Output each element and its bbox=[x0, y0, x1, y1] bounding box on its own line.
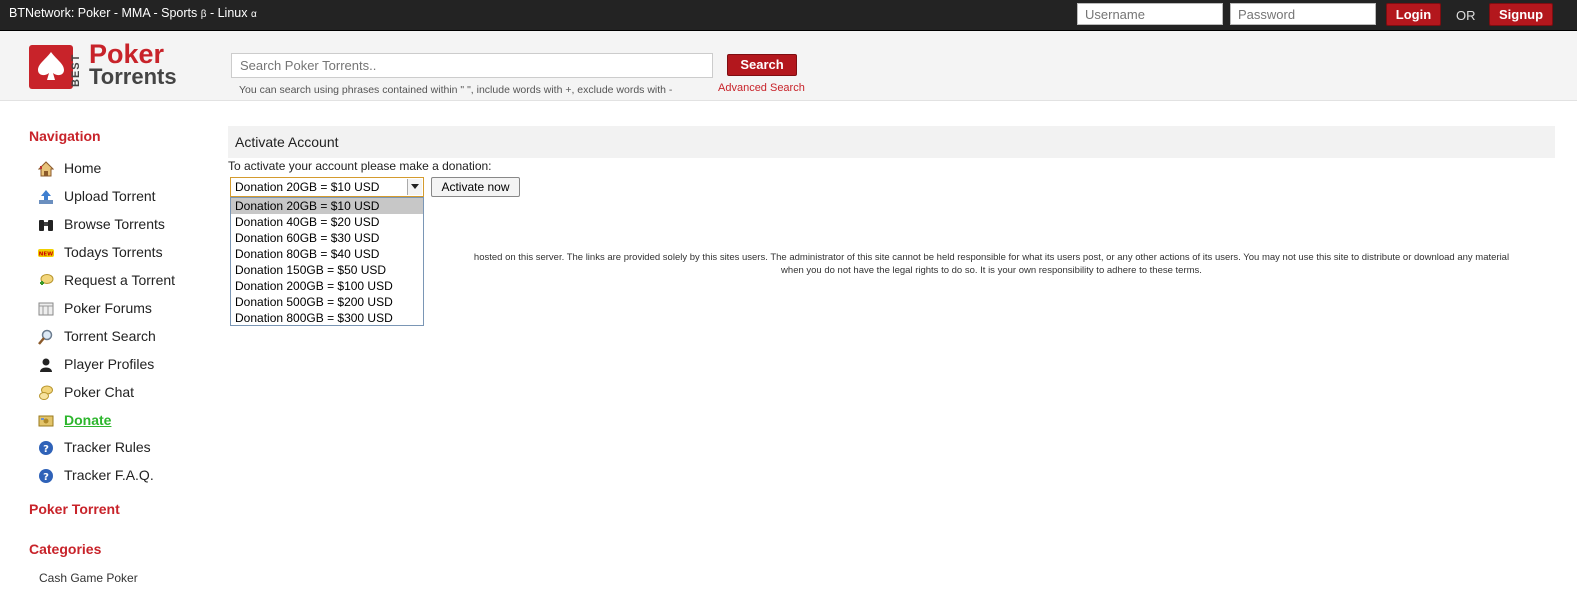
donation-select-value: Donation 20GB = $10 USD bbox=[235, 180, 380, 194]
donation-option[interactable]: Donation 200GB = $100 USD bbox=[231, 278, 423, 294]
password-input[interactable] bbox=[1230, 3, 1376, 25]
help-icon: ? bbox=[38, 468, 54, 484]
upload-icon bbox=[38, 189, 54, 205]
home-icon bbox=[37, 161, 55, 177]
sidebar-item-label: Home bbox=[64, 160, 102, 176]
category-item[interactable]: Cash Game Poker bbox=[39, 571, 138, 585]
donation-option[interactable]: Donation 20GB = $10 USD bbox=[231, 198, 423, 214]
chat-icon bbox=[38, 385, 54, 401]
forum-icon bbox=[38, 301, 54, 317]
user-icon bbox=[38, 357, 54, 373]
svg-text:?: ? bbox=[43, 472, 49, 483]
activate-now-button[interactable]: Activate now bbox=[431, 177, 520, 197]
donation-option[interactable]: Donation 500GB = $200 USD bbox=[231, 294, 423, 310]
sidebar-item-label: Torrent Search bbox=[64, 328, 156, 344]
donate-icon bbox=[38, 413, 54, 429]
donation-dropdown-list: Donation 20GB = $10 USD Donation 40GB = … bbox=[230, 197, 424, 326]
donation-option[interactable]: Donation 40GB = $20 USD bbox=[231, 214, 423, 230]
svg-text:?: ? bbox=[43, 444, 49, 455]
donation-option[interactable]: Donation 150GB = $50 USD bbox=[231, 262, 423, 278]
sidebar-item-label: Player Profiles bbox=[64, 356, 155, 372]
sidebar-item-label: Request a Torrent bbox=[64, 272, 176, 288]
disclaimer-text: hosted on this server. The links are pro… bbox=[424, 251, 1559, 277]
help-icon: ? bbox=[38, 440, 54, 456]
search-button[interactable]: Search bbox=[727, 54, 797, 76]
new-badge-icon: NEW bbox=[38, 245, 54, 261]
svg-text:NEW: NEW bbox=[39, 252, 53, 258]
sidebar-item-label: Tracker Rules bbox=[64, 439, 151, 455]
request-icon bbox=[38, 273, 54, 289]
sidebar-item-label: Poker Chat bbox=[64, 384, 135, 400]
network-text[interactable]: BTNetwork: Poker - MMA - Sports bbox=[9, 6, 201, 20]
logo-best-text: BEST bbox=[70, 53, 82, 87]
poker-torrent-heading[interactable]: Poker Torrent bbox=[29, 501, 120, 517]
logo-spade-icon[interactable] bbox=[29, 45, 73, 89]
site-header: BEST Poker Torrents Search You can searc… bbox=[0, 31, 1577, 101]
donation-option[interactable]: Donation 60GB = $30 USD bbox=[231, 230, 423, 246]
page-title: Activate Account bbox=[235, 134, 339, 150]
sidebar-item-label: Poker Forums bbox=[64, 300, 152, 316]
donation-select[interactable]: Donation 20GB = $10 USD bbox=[230, 177, 424, 197]
top-bar: BTNetwork: Poker - MMA - Sports β - Linu… bbox=[0, 0, 1577, 31]
donation-option[interactable]: Donation 800GB = $300 USD bbox=[231, 310, 423, 326]
donation-option[interactable]: Donation 80GB = $40 USD bbox=[231, 246, 423, 262]
sidebar-item-label: Todays Torrents bbox=[64, 244, 163, 260]
magnifier-icon bbox=[38, 329, 54, 345]
logo-torrents-text[interactable]: Torrents bbox=[89, 66, 177, 88]
disclaimer-line: hosted on this server. The links are pro… bbox=[473, 252, 1510, 263]
search-hint: You can search using phrases contained w… bbox=[239, 84, 673, 96]
sidebar-item-label: Tracker F.A.Q. bbox=[64, 467, 154, 483]
donation-instruction: To activate your account please make a d… bbox=[228, 159, 492, 173]
content-header: Activate Account bbox=[228, 126, 1555, 158]
disclaimer-line: when you do not have the legal rights to… bbox=[781, 265, 1202, 276]
signup-button[interactable]: Signup bbox=[1489, 3, 1553, 26]
chevron-down-icon[interactable] bbox=[407, 179, 422, 195]
username-input[interactable] bbox=[1077, 3, 1223, 25]
sidebar-item-label: Browse Torrents bbox=[64, 216, 165, 232]
search-input[interactable] bbox=[231, 53, 713, 78]
alpha-symbol: α bbox=[250, 9, 257, 20]
sidebar-item-label: Upload Torrent bbox=[64, 188, 156, 204]
categories-heading: Categories bbox=[29, 541, 102, 557]
login-button[interactable]: Login bbox=[1386, 3, 1441, 26]
advanced-search-link[interactable]: Advanced Search bbox=[718, 82, 805, 94]
sidebar-item-label: Donate bbox=[64, 412, 112, 428]
or-label: OR bbox=[1456, 8, 1476, 23]
binoculars-icon bbox=[38, 217, 54, 233]
network-links[interactable]: BTNetwork: Poker - MMA - Sports β - Linu… bbox=[9, 6, 257, 20]
network-text-linux[interactable]: - Linux bbox=[206, 6, 250, 20]
navigation-heading: Navigation bbox=[29, 128, 101, 144]
